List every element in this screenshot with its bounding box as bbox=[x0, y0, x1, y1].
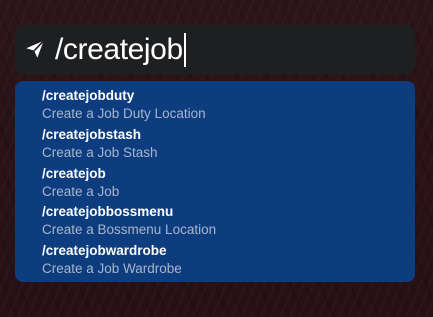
send-icon bbox=[24, 38, 46, 60]
suggestion-command: /createjob bbox=[42, 165, 106, 181]
suggestion-description: Create a Job Stash bbox=[42, 144, 158, 160]
suggestion-command: /createjobduty bbox=[42, 88, 135, 103]
suggestion-item[interactable]: /createjob Create a Job bbox=[42, 165, 415, 204]
suggestion-item[interactable]: /createjobbossmenu Create a Bossmenu Loc… bbox=[42, 203, 415, 242]
suggestion-description: Create a Job bbox=[42, 183, 120, 199]
suggestion-item[interactable]: /createjobduty Create a Job Duty Locatio… bbox=[42, 87, 415, 126]
suggestion-item[interactable]: /createjobstash Create a Job Stash bbox=[42, 126, 415, 165]
command-suggestions: /createjobduty Create a Job Duty Locatio… bbox=[15, 81, 415, 282]
suggestion-command: /createjobstash bbox=[42, 126, 142, 142]
suggestion-description: Create a Job Duty Location bbox=[42, 106, 206, 121]
suggestion-command: /createjobwardrobe bbox=[42, 243, 167, 259]
suggestion-description: Create a Job Wardrobe bbox=[42, 261, 182, 277]
suggestion-description: Create a Bossmenu Location bbox=[42, 222, 217, 238]
suggestion-command: /createjobbossmenu bbox=[42, 204, 174, 220]
chat-input-field[interactable]: /createjob bbox=[55, 32, 186, 68]
suggestion-item[interactable]: /createjobwardrobe Create a Job Wardrobe bbox=[42, 242, 415, 281]
chat-input-value[interactable]: /createjob bbox=[55, 32, 183, 68]
chat-input-bar[interactable]: /createjob bbox=[15, 25, 415, 74]
text-caret bbox=[183, 33, 186, 67]
